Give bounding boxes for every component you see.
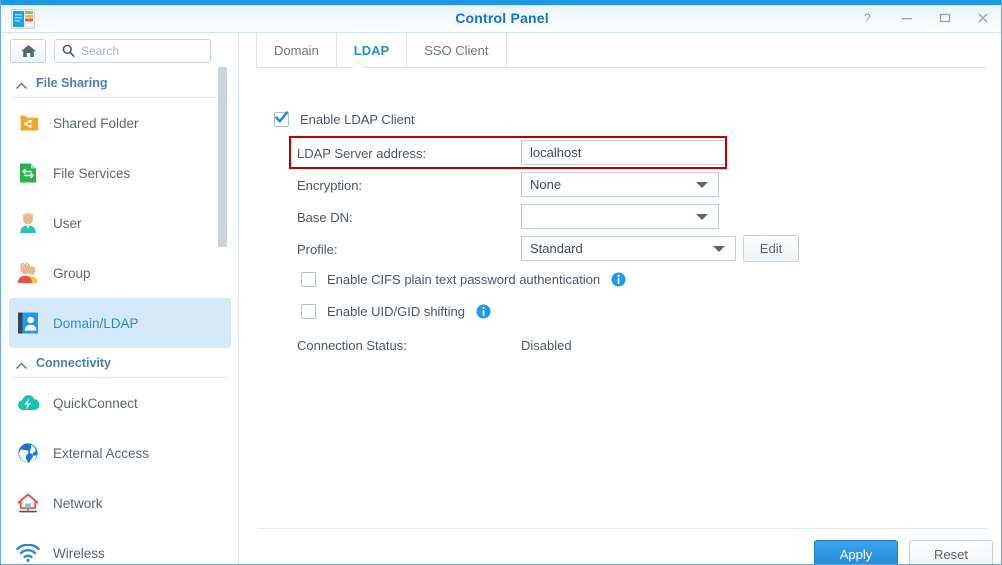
- profile-select[interactable]: Standard: [521, 236, 736, 261]
- profile-value: Standard: [530, 241, 583, 256]
- sidebar-item-domain-ldap[interactable]: Domain/LDAP: [9, 298, 231, 348]
- domain-ldap-icon: [15, 310, 41, 336]
- base-dn-label: Base DN:: [297, 210, 353, 225]
- sidebar-item-label: QuickConnect: [53, 395, 138, 411]
- sidebar-item-network[interactable]: Network: [9, 478, 231, 528]
- encryption-select[interactable]: None: [521, 172, 719, 197]
- encryption-value: None: [530, 177, 562, 192]
- chevron-up-icon: [16, 359, 27, 369]
- user-icon: [15, 210, 41, 236]
- tab-label: LDAP: [353, 43, 390, 58]
- encryption-label: Encryption:: [297, 178, 363, 193]
- sidebar-group-file-sharing[interactable]: File Sharing: [11, 68, 229, 98]
- sidebar-item-group[interactable]: Group: [9, 248, 231, 298]
- enable-ldap-client-row[interactable]: Enable LDAP Client: [274, 111, 415, 127]
- ldap-server-address-input[interactable]: localhost: [521, 140, 726, 165]
- quickconnect-icon: [15, 390, 41, 416]
- enable-cifs-plain-text-checkbox[interactable]: [301, 272, 316, 287]
- tab-domain[interactable]: Domain: [256, 33, 337, 68]
- connection-status-value: Disabled: [521, 338, 572, 353]
- sidebar-item-label: Wireless: [53, 545, 105, 561]
- tab-ldap[interactable]: LDAP: [337, 33, 408, 68]
- enable-uid-gid-shifting-label: Enable UID/GID shifting: [327, 304, 466, 319]
- chevron-down-icon: [713, 245, 725, 252]
- sidebar-item-quickconnect[interactable]: QuickConnect: [9, 378, 231, 428]
- chevron-down-icon: [696, 213, 708, 220]
- profile-edit-button[interactable]: Edit: [743, 235, 799, 262]
- external-access-icon: [15, 440, 41, 466]
- sidebar-item-label: Network: [53, 495, 103, 511]
- sidebar-item-wireless[interactable]: Wireless: [9, 528, 231, 564]
- sidebar-item-external-access[interactable]: External Access: [9, 428, 231, 478]
- ldap-settings-form: Enable LDAP Client LDAP Server address: …: [240, 68, 1001, 528]
- wireless-icon: [15, 540, 41, 564]
- enable-cifs-plain-text-row[interactable]: Enable CIFS plain text password authenti…: [301, 272, 626, 287]
- sidebar-item-shared-folder[interactable]: Shared Folder: [9, 98, 231, 148]
- sidebar-group-connectivity[interactable]: Connectivity: [11, 348, 229, 378]
- apply-button[interactable]: Apply: [814, 540, 898, 564]
- file-services-icon: [15, 160, 41, 186]
- connection-status-label: Connection Status:: [297, 338, 407, 353]
- search-input[interactable]: [81, 43, 186, 58]
- network-icon: [15, 490, 41, 516]
- tab-label: SSO Client: [424, 43, 489, 58]
- sidebar-group-label: Connectivity: [36, 355, 112, 370]
- active-tab-notch: [351, 62, 365, 68]
- sidebar: File Sharing Shared Folder: [1, 33, 239, 564]
- sidebar-item-label: Shared Folder: [53, 115, 139, 131]
- sidebar-group-label: File Sharing: [36, 75, 108, 90]
- home-icon: [20, 44, 36, 57]
- info-icon[interactable]: [611, 272, 626, 287]
- maximize-icon[interactable]: [935, 8, 955, 28]
- enable-ldap-client-checkbox[interactable]: [274, 111, 289, 127]
- home-button[interactable]: [10, 38, 46, 63]
- minimize-icon[interactable]: [897, 8, 917, 28]
- chevron-up-icon: [16, 79, 27, 89]
- sidebar-item-label: Group: [53, 265, 91, 281]
- enable-uid-gid-shifting-checkbox[interactable]: [301, 304, 316, 319]
- ldap-server-address-label: LDAP Server address:: [297, 146, 427, 161]
- window-controls: ?: [859, 8, 993, 28]
- svg-text:?: ?: [864, 11, 871, 25]
- enable-uid-gid-shifting-row[interactable]: Enable UID/GID shifting: [301, 304, 491, 319]
- sidebar-nav-scroll-area: File Sharing Shared Folder File Services…: [1, 68, 238, 564]
- content-pane: Domain LDAP SSO Client Enable LDAP Clien…: [240, 33, 1001, 564]
- chevron-down-icon: [696, 181, 708, 188]
- sidebar-item-label: User: [53, 215, 82, 231]
- close-icon[interactable]: [973, 8, 993, 28]
- info-icon[interactable]: [476, 304, 491, 319]
- sidebar-item-label: External Access: [53, 445, 150, 461]
- footer-actions: Apply Reset: [240, 529, 1001, 564]
- search-icon: [62, 44, 75, 57]
- group-icon: [15, 260, 41, 286]
- help-icon[interactable]: ?: [859, 8, 879, 28]
- control-panel-window: Control Panel ? Search File Sharing Shar…: [0, 0, 1002, 565]
- reset-button[interactable]: Reset: [909, 540, 993, 564]
- sidebar-scrollbar[interactable]: [218, 67, 227, 247]
- enable-cifs-plain-text-label: Enable CIFS plain text password authenti…: [327, 272, 601, 287]
- search-box[interactable]: [54, 38, 211, 63]
- sidebar-item-user[interactable]: User: [9, 198, 231, 248]
- tab-label: Domain: [274, 43, 319, 58]
- window-title: Control Panel: [455, 10, 549, 26]
- sidebar-item-label: Domain/LDAP: [53, 315, 139, 331]
- sidebar-item-file-services[interactable]: File Services: [9, 148, 231, 198]
- profile-label: Profile:: [297, 242, 338, 257]
- sidebar-toolbar: [1, 33, 238, 68]
- title-bar: Control Panel ?: [1, 5, 1001, 33]
- enable-ldap-client-label: Enable LDAP Client: [300, 112, 415, 127]
- base-dn-select[interactable]: [521, 204, 719, 229]
- sidebar-item-label: File Services: [53, 165, 131, 181]
- tab-sso-client[interactable]: SSO Client: [407, 33, 507, 68]
- shared-folder-icon: [15, 110, 41, 136]
